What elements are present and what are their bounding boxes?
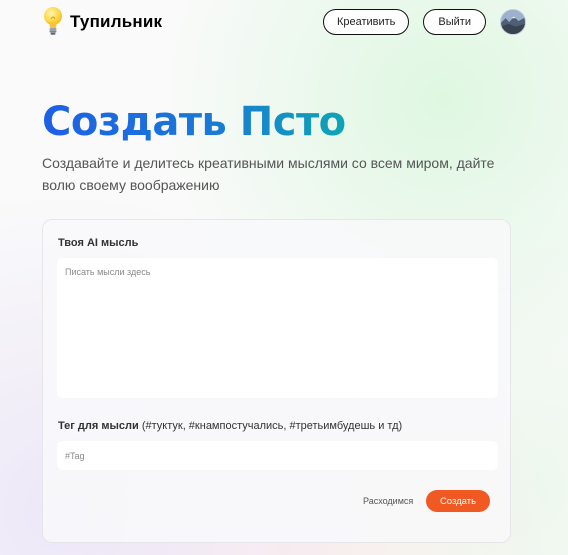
cancel-link[interactable]: Расходимся bbox=[363, 496, 413, 506]
tag-label: Тег для мысли bbox=[58, 420, 139, 432]
avatar[interactable] bbox=[500, 9, 526, 35]
page-title: Создать Псто bbox=[42, 99, 346, 145]
tag-label-row: Тег для мысли (#туктук, #кнампостучались… bbox=[58, 420, 402, 432]
brand-name: Тупильник bbox=[70, 12, 163, 31]
tag-input[interactable] bbox=[57, 441, 498, 470]
tag-hint: (#туктук, #кнампостучались, #третьимбуде… bbox=[141, 420, 403, 432]
thought-label: Твоя AI мысль bbox=[58, 237, 139, 249]
nav-actions: Креативить Выйти bbox=[322, 9, 526, 35]
avatar-image-icon bbox=[501, 10, 525, 34]
submit-button[interactable]: Создать bbox=[426, 490, 490, 512]
brand[interactable]: Тупильник bbox=[42, 6, 162, 38]
lightbulb-icon bbox=[44, 7, 62, 35]
top-navbar: Тупильник Креативить Выйти bbox=[42, 6, 526, 38]
create-post-form: Твоя AI мысль Тег для мысли (#туктук, #к… bbox=[42, 219, 511, 543]
page-subtitle: Создавайте и делитесь креативными мыслям… bbox=[42, 155, 495, 193]
logout-button[interactable]: Выйти bbox=[423, 9, 486, 35]
creative-button[interactable]: Креативить bbox=[322, 9, 410, 35]
thought-textarea[interactable] bbox=[57, 258, 498, 398]
